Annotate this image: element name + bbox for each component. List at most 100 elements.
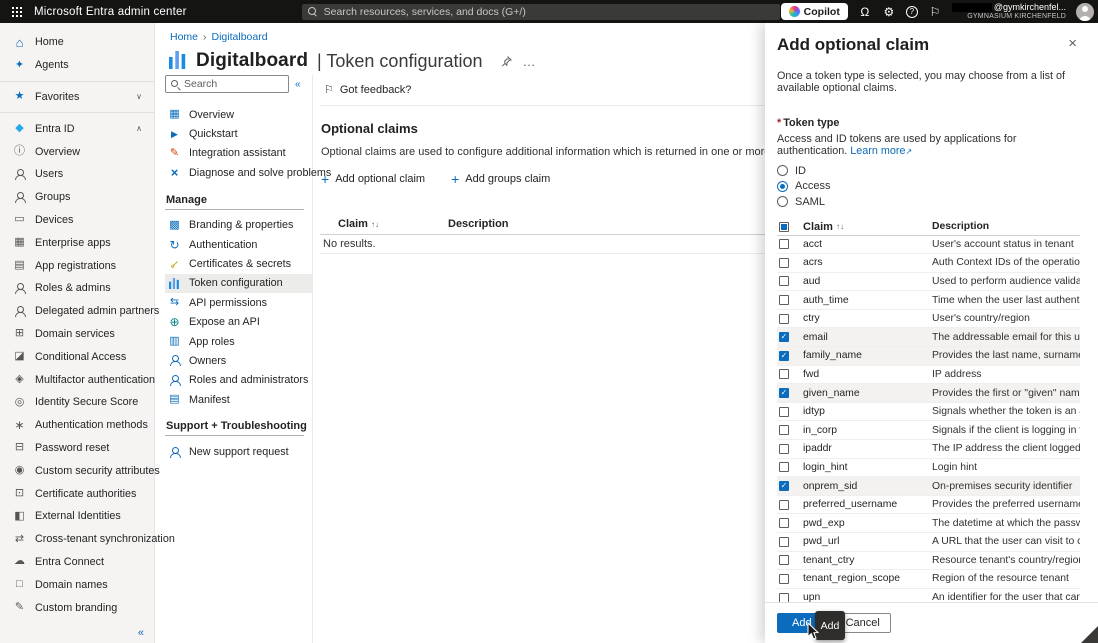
help-icon[interactable]: ? [906, 6, 918, 18]
claim-checkbox[interactable] [779, 407, 789, 417]
menu-item-new-support-request[interactable]: New support request [165, 442, 312, 461]
menu-item-integration-assistant[interactable]: ✎Integration assistant [165, 144, 312, 163]
claim-row-email[interactable]: ✓ email The addressable email for this u… [777, 328, 1080, 347]
sidebar-item-favorites[interactable]: ★Favorites∨ [0, 86, 154, 109]
claim-checkbox[interactable] [779, 239, 789, 249]
claim-row-auth_time[interactable]: auth_time Time when the user last authen… [777, 291, 1080, 310]
claim-row-idtyp[interactable]: idtyp Signals whether the token is an ap… [777, 403, 1080, 422]
sidebar-item-cross-tenant-synchronization[interactable]: ⇄Cross-tenant synchronization [0, 528, 154, 551]
sidebar-item-devices[interactable]: ▭Devices [0, 209, 154, 232]
menu-item-token-configuration[interactable]: Token configuration [165, 274, 312, 293]
claim-row-ipaddr[interactable]: ipaddr The IP address the client logged … [777, 440, 1080, 459]
more-options-icon[interactable]: … [523, 54, 537, 69]
got-feedback-button[interactable]: ⚐ Got feedback? [320, 75, 430, 105]
claim-checkbox[interactable]: ✓ [779, 332, 789, 342]
add-groups-claim-button[interactable]: +Add groups claim [451, 172, 550, 186]
sidebar-item-groups[interactable]: Groups [0, 186, 154, 209]
claim-checkbox[interactable] [779, 518, 789, 528]
menu-collapse-icon[interactable]: « [295, 79, 301, 90]
column-claim[interactable]: Claim [803, 221, 833, 233]
sidebar-item-multifactor-authentication[interactable]: ◈Multifactor authentication [0, 368, 154, 391]
claim-row-ctry[interactable]: ctry User's country/region [777, 310, 1080, 329]
claim-row-in_corp[interactable]: in_corp Signals if the client is logging… [777, 421, 1080, 440]
claim-row-tenant_ctry[interactable]: tenant_ctry Resource tenant's country/re… [777, 552, 1080, 571]
claim-row-given_name[interactable]: ✓ given_name Provides the first or "give… [777, 384, 1080, 403]
menu-item-manifest[interactable]: ▤Manifest [165, 390, 312, 409]
claim-checkbox[interactable] [779, 295, 789, 305]
sidebar-item-custom-branding[interactable]: ✎Custom branding [0, 596, 154, 619]
claim-checkbox[interactable] [779, 462, 789, 472]
claim-checkbox[interactable] [779, 276, 789, 286]
radio-button-icon[interactable] [777, 196, 788, 207]
notifications-bell-icon[interactable]: Ω [858, 6, 872, 18]
global-search[interactable] [302, 4, 780, 20]
claim-checkbox[interactable] [779, 369, 789, 379]
menu-item-api-permissions[interactable]: ⇆API permissions [165, 293, 312, 312]
claim-row-preferred_username[interactable]: preferred_username Provides the preferre… [777, 496, 1080, 515]
close-icon[interactable]: × [1065, 35, 1080, 52]
chevron-down-icon[interactable]: ∨ [136, 92, 142, 101]
sidebar-item-external-identities[interactable]: ◧External Identities [0, 505, 154, 528]
sidebar-item-delegated-admin-partners[interactable]: Delegated admin partners [0, 300, 154, 323]
menu-item-owners[interactable]: Owners [165, 351, 312, 370]
menu-item-authentication[interactable]: ↻Authentication [165, 235, 312, 254]
sidebar-item-agents[interactable]: ✦Agents [0, 54, 154, 77]
sidebar-item-roles-admins[interactable]: Roles & admins [0, 277, 154, 300]
sidebar-item-entra-connect[interactable]: ☁Entra Connect [0, 551, 154, 574]
sidebar-item-conditional-access[interactable]: ◪Conditional Access [0, 345, 154, 368]
claim-checkbox[interactable]: ✓ [779, 481, 789, 491]
claim-checkbox[interactable] [779, 314, 789, 324]
claim-row-acrs[interactable]: acrs Auth Context IDs of the operations … [777, 254, 1080, 273]
claim-row-login_hint[interactable]: login_hint Login hint [777, 459, 1080, 478]
resize-grip[interactable] [1081, 626, 1098, 643]
claim-checkbox[interactable]: ✓ [779, 388, 789, 398]
sidebar-collapse-icon[interactable]: « [138, 627, 144, 639]
sidebar-item-domain-services[interactable]: ⊞Domain services [0, 323, 154, 346]
sidebar-item-enterprise-apps[interactable]: ▦Enterprise apps [0, 231, 154, 254]
sidebar-item-authentication-methods[interactable]: ∗Authentication methods [0, 414, 154, 437]
sidebar-item-password-reset[interactable]: ⊟Password reset [0, 437, 154, 460]
claim-row-family_name[interactable]: ✓ family_name Provides the last name, su… [777, 347, 1080, 366]
account-menu[interactable]: @gymkirchenfel... GYMNASIUM KIRCHENFELD [952, 2, 1066, 20]
menu-item-branding-properties[interactable]: ▩Branding & properties [165, 216, 312, 235]
claim-checkbox[interactable] [779, 555, 789, 565]
avatar[interactable] [1076, 3, 1094, 21]
menu-item-roles-and-administrators[interactable]: Roles and administrators [165, 371, 312, 390]
claim-row-aud[interactable]: aud Used to perform audience validation;… [777, 273, 1080, 292]
sidebar-item-home[interactable]: ⌂Home [0, 31, 154, 54]
claim-checkbox[interactable] [779, 258, 789, 268]
claim-checkbox[interactable] [779, 537, 789, 547]
add-optional-claim-button[interactable]: +Add optional claim [321, 172, 425, 186]
pin-icon[interactable] [500, 55, 513, 68]
claim-row-fwd[interactable]: fwd IP address [777, 366, 1080, 385]
claim-checkbox[interactable] [779, 500, 789, 510]
claim-row-onprem_sid[interactable]: ✓ onprem_sid On-premises security identi… [777, 477, 1080, 496]
breadcrumb-digitalboard[interactable]: Digitalboard [212, 31, 268, 43]
claim-checkbox[interactable] [779, 444, 789, 454]
menu-item-overview[interactable]: ▦Overview [165, 105, 312, 124]
learn-more-link[interactable]: Learn more [850, 145, 905, 157]
sidebar-item-entra-id[interactable]: ◆Entra ID∧ [0, 117, 154, 140]
claim-checkbox[interactable] [779, 574, 789, 584]
claim-row-acct[interactable]: acct User's account status in tenant [777, 236, 1080, 255]
radio-button-icon[interactable] [777, 165, 788, 176]
settings-gear-icon[interactable]: ⚙ [882, 6, 896, 18]
sidebar-item-domain-names[interactable]: □Domain names [0, 573, 154, 596]
menu-item-app-roles[interactable]: ▥App roles [165, 332, 312, 351]
menu-search-input[interactable] [184, 76, 286, 92]
claim-checkbox[interactable] [779, 425, 789, 435]
sidebar-item-certificate-authorities[interactable]: ⊡Certificate authorities [0, 482, 154, 505]
menu-item-quickstart[interactable]: ▶Quickstart [165, 124, 312, 143]
menu-item-certificates-secrets[interactable]: ⊸Certificates & secrets [165, 254, 312, 273]
menu-item-expose-an-api[interactable]: ⊕Expose an API [165, 313, 312, 332]
radio-id[interactable]: ID [777, 163, 1080, 179]
menu-item-diagnose-and-solve-problems[interactable]: ×Diagnose and solve problems [165, 163, 312, 182]
feedback-flag-icon[interactable]: ⚐ [928, 6, 942, 18]
radio-button-icon[interactable] [777, 181, 788, 192]
sidebar-item-app-registrations[interactable]: ▤App registrations [0, 254, 154, 277]
claim-row-tenant_region_scope[interactable]: tenant_region_scope Region of the resour… [777, 570, 1080, 589]
waffle-icon[interactable] [0, 11, 34, 13]
claim-checkbox[interactable]: ✓ [779, 351, 789, 361]
select-all-checkbox[interactable] [779, 222, 789, 232]
claim-row-pwd_exp[interactable]: pwd_exp The datetime at which the passwo… [777, 514, 1080, 533]
